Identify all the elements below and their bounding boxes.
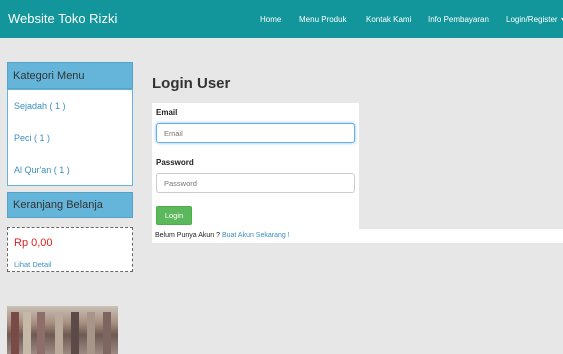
register-prompt-text: Belum Punya Akun ? — [155, 232, 222, 239]
brand-link[interactable]: Website Toko Rizki — [8, 11, 117, 26]
promo-rack-5 — [71, 312, 79, 354]
promo-rack-2 — [23, 312, 31, 354]
promo-rack-4 — [55, 312, 63, 354]
cart-detail-link[interactable]: Lihat Detail — [14, 260, 52, 269]
page-title: Login User — [152, 75, 231, 92]
promo-rack-7 — [103, 312, 111, 354]
promo-rack-6 — [87, 312, 95, 354]
promo-rack-3 — [37, 312, 45, 354]
cart-total: Rp 0,00 — [14, 237, 53, 249]
email-label: Email — [156, 108, 178, 117]
main-content: Login User Email Password Login Belum Pu… — [147, 62, 563, 354]
promo-rack-1 — [11, 312, 19, 354]
category-list: Sejadah ( 1 ) Peci ( 1 ) Al Qur'an ( 1 ) — [7, 89, 133, 186]
nav-home[interactable]: Home — [260, 15, 281, 24]
nav-kontak-kami[interactable]: Kontak Kami — [366, 15, 411, 24]
category-panel-header: Kategori Menu — [7, 62, 133, 89]
nav-login-register-label: Login/Register — [506, 15, 558, 24]
email-input[interactable] — [156, 123, 355, 143]
password-input[interactable] — [156, 173, 355, 193]
nav-menu-produk[interactable]: Menu Produk — [299, 15, 347, 24]
password-label: Password — [156, 158, 194, 167]
nav-info-pembayaran[interactable]: Info Pembayaran — [428, 15, 489, 24]
category-item-al-quran[interactable]: Al Qur'an ( 1 ) — [14, 165, 70, 175]
cart-panel: Rp 0,00 Lihat Detail — [7, 227, 133, 272]
top-navbar: Website Toko Rizki Home Menu Produk Kont… — [0, 0, 563, 38]
register-link[interactable]: Buat Akun Sekarang ! — [222, 232, 290, 239]
category-item-peci[interactable]: Peci ( 1 ) — [14, 133, 50, 143]
nav-login-register[interactable]: Login/Register — [506, 15, 563, 24]
promo-image — [7, 306, 118, 354]
register-prompt: Belum Punya Akun ? Buat Akun Sekarang ! — [155, 232, 290, 239]
login-form: Email Password Login — [152, 103, 359, 229]
category-item-sejadah[interactable]: Sejadah ( 1 ) — [14, 101, 66, 111]
register-prompt-bar: Belum Punya Akun ? Buat Akun Sekarang ! — [152, 229, 563, 243]
cart-panel-header: Keranjang Belanja — [7, 192, 133, 218]
login-button[interactable]: Login — [156, 206, 192, 225]
